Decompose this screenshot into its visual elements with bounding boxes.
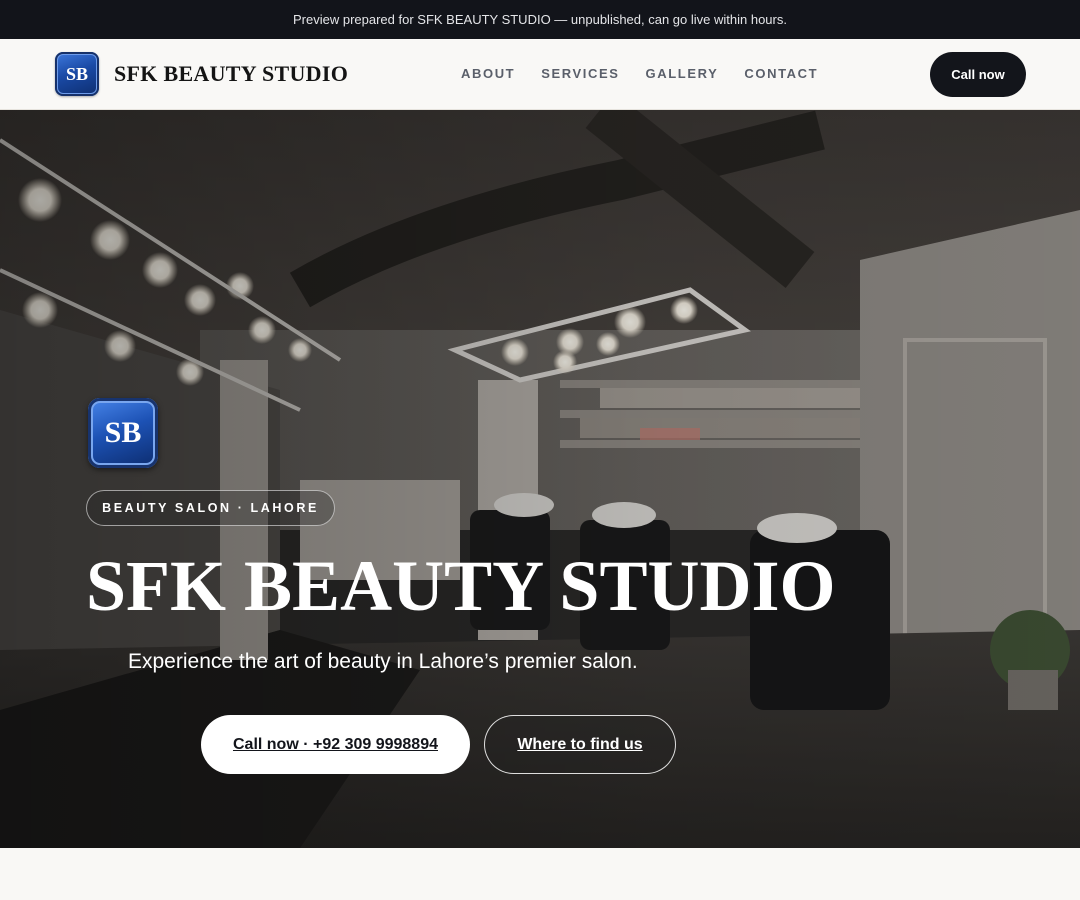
preview-banner: Preview prepared for SFK BEAUTY STUDIO —… — [0, 0, 1080, 39]
hero-logo-badge: SB — [88, 398, 158, 468]
preview-banner-text: Preview prepared for SFK BEAUTY STUDIO —… — [293, 12, 787, 27]
nav-about[interactable]: ABOUT — [461, 66, 515, 81]
nav-services[interactable]: SERVICES — [541, 66, 619, 81]
hero-logo-initials: SB — [104, 416, 142, 449]
hero-title: SFK BEAUTY STUDIO — [86, 546, 836, 626]
hero-subtitle: Experience the art of beauty in Lahore’s… — [128, 650, 638, 673]
nav-gallery[interactable]: GALLERY — [646, 66, 719, 81]
logo-badge[interactable]: SB — [55, 52, 99, 96]
logo-initials: SB — [65, 63, 89, 84]
site-header: SB SFK BEAUTY STUDIO ABOUT SERVICES GALL… — [0, 39, 1080, 110]
next-section — [0, 848, 1080, 900]
main-nav: ABOUT SERVICES GALLERY CONTACT — [461, 66, 818, 81]
hero-section: SB BEAUTY SALON · LAHORE SFK BEAUTY STUD… — [0, 110, 1080, 848]
brand-name[interactable]: SFK BEAUTY STUDIO — [114, 61, 348, 87]
hero-eyebrow-pill: BEAUTY SALON · LAHORE — [86, 490, 335, 526]
call-phone-button[interactable]: Call now · +92 309 9998894 — [201, 715, 470, 774]
where-to-find-us-button[interactable]: Where to find us — [484, 715, 676, 774]
call-now-button[interactable]: Call now — [930, 52, 1026, 97]
nav-contact[interactable]: CONTACT — [744, 66, 818, 81]
